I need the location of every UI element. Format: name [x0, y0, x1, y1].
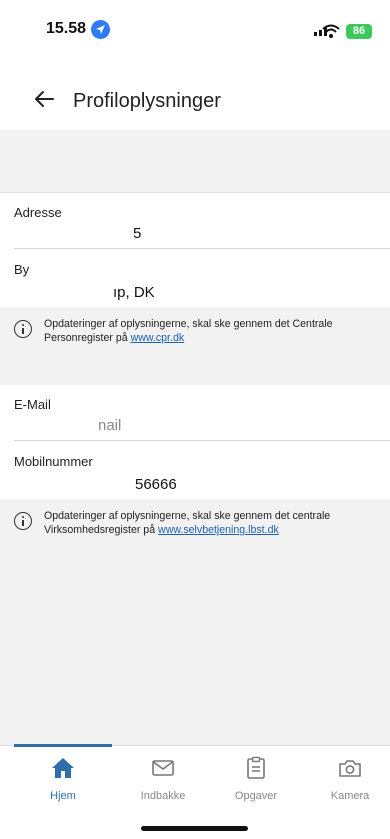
- wifi-icon: [322, 24, 340, 38]
- field-label: E-Mail: [14, 397, 51, 412]
- field-label: Mobilnummer: [14, 454, 93, 469]
- app-header: Profiloplysninger: [0, 70, 390, 130]
- field-value: ıp, DK: [113, 284, 155, 301]
- field-label: Adresse: [14, 205, 62, 220]
- bottom-nav: Hjem Indbakke Opgaver Kamera: [0, 744, 390, 839]
- info-notice-virk: Opdateringer af oplysningerne, skal ske …: [0, 499, 390, 561]
- camera-icon: [339, 760, 361, 777]
- empty-panel: [0, 560, 390, 745]
- field-value: 5: [133, 225, 142, 242]
- divider: [14, 248, 390, 249]
- divider: [14, 440, 390, 441]
- nav-hjem[interactable]: Hjem: [23, 756, 103, 802]
- back-arrow-icon[interactable]: [30, 84, 60, 114]
- home-icon: [52, 758, 74, 778]
- cpr-link[interactable]: www.cpr.dk: [131, 332, 185, 344]
- status-time: 15.58: [46, 20, 87, 37]
- field-value: nail: [98, 417, 122, 434]
- info-icon: [14, 320, 32, 338]
- nav-kamera[interactable]: Kamera: [310, 756, 390, 802]
- notice-text: Opdateringer af oplysningerne, skal ske …: [44, 318, 333, 344]
- location-arrow-icon: [91, 20, 110, 39]
- field-by: By ıp, DK: [0, 250, 390, 307]
- header-band: [0, 130, 390, 192]
- mail-icon: [152, 760, 174, 776]
- info-notice-cpr: Opdateringer af oplysningerne, skal ske …: [0, 307, 390, 385]
- nav-label: Kamera: [330, 790, 370, 802]
- nav-indbakke[interactable]: Indbakke: [123, 756, 203, 802]
- field-email: E-Mail nail: [0, 385, 390, 441]
- active-tab-indicator: [14, 744, 112, 747]
- battery-icon: 86: [346, 24, 372, 39]
- nav-label: Indbakke: [140, 790, 186, 802]
- nav-label: Hjem: [50, 790, 76, 802]
- field-value: 56666: [135, 476, 177, 493]
- home-indicator[interactable]: [141, 826, 248, 831]
- info-icon: [14, 512, 32, 530]
- field-mobil: Mobilnummer 56666: [0, 442, 390, 499]
- page-title: Profiloplysninger: [73, 90, 221, 112]
- notice-text: Opdateringer af oplysningerne, skal ske …: [44, 510, 331, 536]
- clipboard-icon: [247, 756, 265, 779]
- field-label: By: [14, 262, 30, 277]
- nav-label: Opgaver: [234, 790, 278, 802]
- lbst-link[interactable]: www.selvbetjening.lbst.dk: [158, 524, 279, 536]
- field-adresse: Adresse 5: [0, 193, 390, 249]
- nav-opgaver[interactable]: Opgaver: [216, 756, 296, 802]
- app-screen: 15.58 86 Profiloplysninger Adresse 5 By …: [0, 0, 390, 839]
- status-bar: 15.58 86: [0, 0, 390, 70]
